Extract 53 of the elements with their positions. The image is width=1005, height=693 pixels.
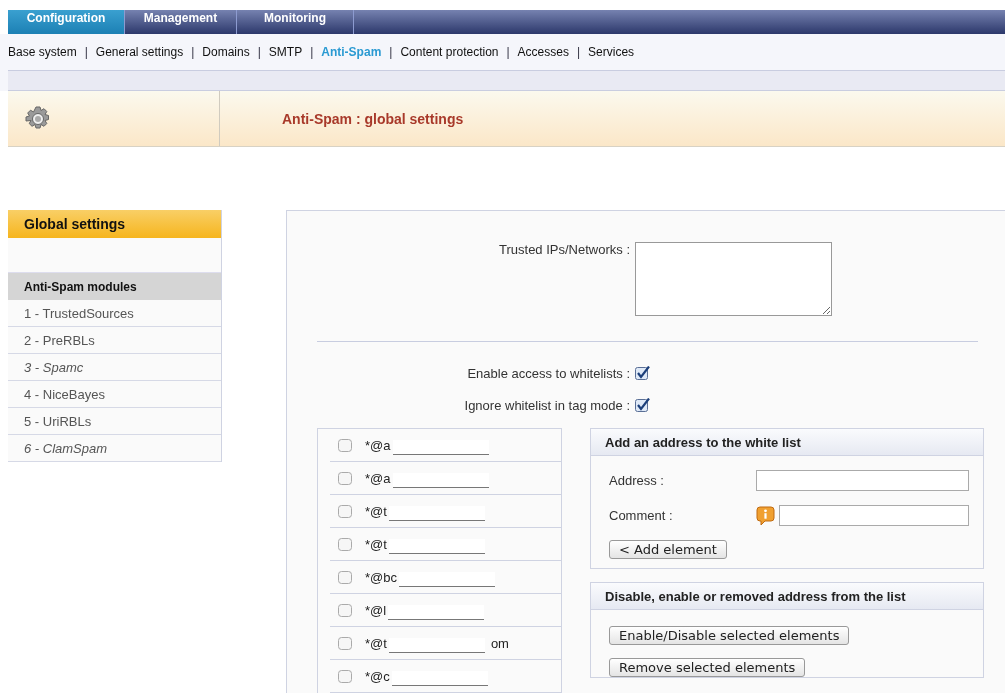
address-text: *@bc [365, 569, 397, 585]
separator: | [576, 45, 581, 59]
checkbox[interactable] [338, 668, 353, 684]
checkbox[interactable] [338, 536, 353, 552]
address-field[interactable] [756, 470, 969, 491]
field-label: Trusted IPs/Networks : [498, 242, 631, 259]
checkbox-label: Enable access to whitelists : [466, 365, 631, 381]
sidebar-heading: Anti-Spam modules [8, 273, 221, 300]
add-element-button[interactable]: < Add element [609, 540, 727, 559]
checkbox[interactable] [338, 635, 353, 651]
sidebar-item[interactable]: 4 - NiceBayes [8, 381, 221, 408]
nav-link[interactable]: SMTP [268, 45, 303, 59]
action-button[interactable]: Remove selected elements [609, 658, 806, 677]
address-text: *@t [365, 635, 387, 651]
sidebar-item[interactable]: 5 - UriRBLs [8, 408, 221, 435]
page-title: Anti-Spam : global settings [282, 110, 464, 127]
checkbox-label: Ignore whitelist in tag mode : [463, 397, 631, 413]
nav-link[interactable]: Domains [202, 45, 250, 59]
address-text: om [490, 635, 509, 651]
checkbox[interactable] [338, 437, 353, 453]
nav-link[interactable]: General settings [95, 45, 184, 59]
nav-link[interactable]: Accesses [517, 45, 569, 59]
info-icon [756, 505, 775, 526]
address-text: *@a [365, 437, 391, 453]
nav-link[interactable]: Content protection [400, 45, 499, 59]
address-text: *@c [365, 668, 390, 684]
address-text: *@a [365, 470, 391, 486]
sidebar-item[interactable]: 1 - TrustedSources [8, 300, 221, 327]
field-label: Address : [609, 473, 665, 488]
comment-field[interactable] [779, 505, 969, 526]
separator: | [389, 45, 393, 59]
settings-icon [25, 105, 51, 132]
address-text: *@t [365, 503, 387, 519]
separator: | [257, 45, 261, 59]
checkbox[interactable] [338, 503, 353, 519]
separator: | [310, 45, 314, 59]
nav-link[interactable]: Services [588, 45, 635, 59]
checkbox[interactable] [338, 569, 353, 585]
checkbox[interactable] [635, 397, 650, 413]
checkbox[interactable] [338, 602, 353, 618]
address-text: *@t [365, 536, 387, 552]
sidebar-item[interactable]: 2 - PreRBLs [8, 327, 221, 354]
action-button[interactable]: Enable/Disable selected elements [609, 626, 850, 645]
trusted-networks-field[interactable] [635, 242, 832, 316]
sidebar-item[interactable]: Global settings [8, 210, 221, 238]
separator: | [84, 45, 88, 59]
address-text: *@l [365, 602, 387, 618]
checkbox[interactable] [635, 365, 650, 381]
checkbox[interactable] [338, 470, 353, 486]
field-label: Comment : [609, 508, 674, 523]
nav-link[interactable]: Base system [8, 45, 77, 59]
separator: | [506, 45, 510, 59]
separator: | [191, 45, 195, 59]
